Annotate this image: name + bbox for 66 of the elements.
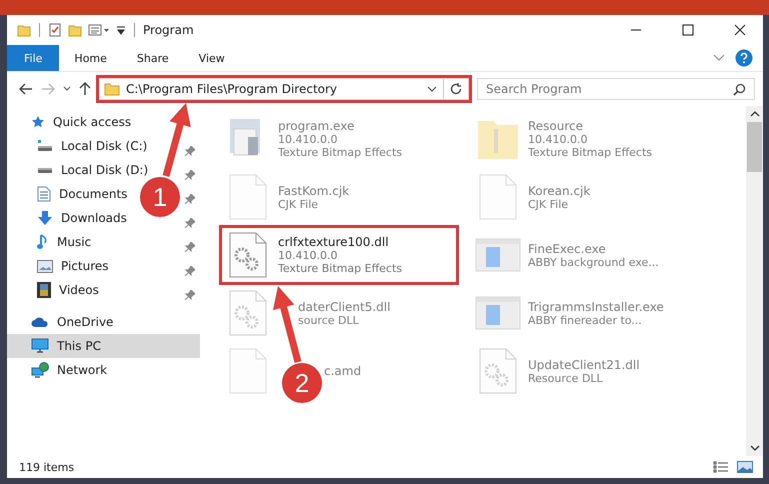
- download-icon: [37, 210, 53, 226]
- expand-ribbon-icon[interactable]: [713, 54, 725, 62]
- file-name[interactable]: program.exe: [278, 119, 402, 133]
- sidebar-item[interactable]: Videos: [7, 278, 99, 302]
- search-icon[interactable]: [733, 83, 746, 96]
- file-name[interactable]: TrigrammsInstaller.exe: [528, 300, 664, 314]
- file-details: 10.410.0.0: [278, 133, 338, 146]
- file-details: CJK File: [528, 198, 570, 210]
- file-details: 10.410.0.0: [528, 133, 588, 146]
- help-icon[interactable]: [735, 49, 753, 67]
- ribbon-tab[interactable]: Home: [59, 45, 122, 71]
- file-details: Resource DLL: [528, 372, 604, 384]
- sidebar-item[interactable]: Downloads: [7, 206, 127, 230]
- step-badge: 2: [282, 363, 322, 403]
- music-note-icon: [37, 234, 49, 250]
- ribbon-tab[interactable]: View: [184, 45, 240, 71]
- search-field[interactable]: Search Program: [477, 78, 755, 100]
- monitor-icon: [31, 338, 49, 354]
- document-icon: [37, 186, 51, 202]
- file-details: source DLL: [298, 314, 360, 326]
- picture-icon: [37, 260, 53, 272]
- large-icons-view-icon[interactable]: [737, 461, 753, 473]
- drive-icon: [37, 140, 53, 152]
- sidebar-item[interactable]: Documents: [7, 182, 128, 206]
- file-name[interactable]: crlfxtexture100.dll: [278, 235, 402, 249]
- film-icon: [37, 282, 51, 298]
- folder-icon: [104, 82, 120, 96]
- sidebar-item[interactable]: This PC: [7, 334, 200, 358]
- recent-icon[interactable]: [63, 86, 71, 92]
- cloud-icon: [31, 316, 49, 328]
- file-details: Texture Bitmap Effects: [278, 146, 402, 159]
- file-details: ABBY finereader to...: [528, 314, 643, 326]
- properties-icon[interactable]: [48, 23, 62, 37]
- up-icon[interactable]: [79, 82, 91, 96]
- sidebar-item[interactable]: OneDrive: [7, 310, 114, 334]
- file-details: Texture Bitmap Effects: [528, 146, 652, 159]
- star-icon: [31, 115, 45, 129]
- dropdown-icon[interactable]: [427, 86, 437, 92]
- sidebar-item[interactable]: Music: [7, 230, 92, 254]
- sidebar-item[interactable]: Local Disk (C:): [7, 134, 148, 158]
- ribbon-tab[interactable]: Share: [122, 45, 184, 71]
- file-details: CJK File: [278, 198, 320, 210]
- file-details: ABBY background exe...: [528, 256, 659, 268]
- file-name[interactable]: daterClient5.dll: [298, 300, 390, 314]
- network-icon: [31, 362, 49, 378]
- scrollbar-thumb[interactable]: [747, 122, 762, 172]
- file-name[interactable]: UpdateClient21.dll: [528, 358, 640, 372]
- window-title: Program: [143, 23, 194, 37]
- sidebar-item[interactable]: Quick access: [7, 110, 132, 134]
- item-count: 119 items: [19, 460, 74, 474]
- sidebar-item[interactable]: Pictures: [7, 254, 109, 278]
- address-bar[interactable]: C:\Program Files\Program Directory: [99, 78, 469, 100]
- file-name[interactable]: Korean.cjk: [528, 184, 590, 198]
- back-icon[interactable]: [19, 83, 33, 95]
- step-badge: 1: [140, 177, 180, 217]
- file-name[interactable]: FastKom.cjk: [278, 184, 350, 198]
- file-details: Texture Bitmap Effects: [278, 262, 402, 275]
- file-name[interactable]: c.amd: [324, 364, 362, 378]
- ribbon-tab[interactable]: File: [7, 45, 60, 71]
- file-details: 10.410.0.0: [278, 249, 338, 262]
- drive-icon: [37, 168, 53, 172]
- file-name[interactable]: Resource: [528, 119, 652, 133]
- sidebar-item[interactable]: Network: [7, 358, 108, 382]
- customize-icon[interactable]: [88, 23, 110, 37]
- details-view-icon[interactable]: [713, 461, 729, 473]
- file-name[interactable]: FineExec.exe: [528, 242, 659, 256]
